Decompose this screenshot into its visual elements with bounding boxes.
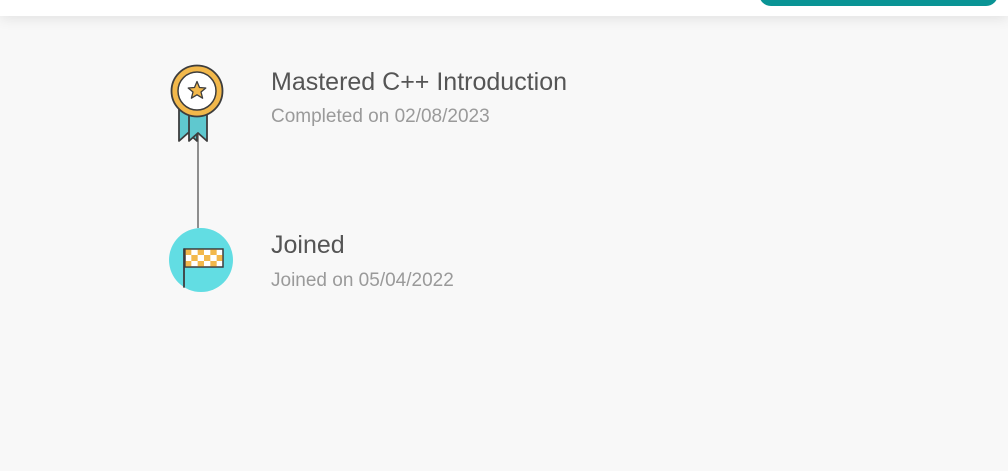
entry-title: Mastered C++ Introduction — [271, 68, 567, 96]
entry-title: Joined — [271, 231, 345, 259]
achievements-timeline: Mastered C++ Introduction Completed on 0… — [0, 0, 1008, 471]
checkered-flag-icon — [168, 227, 234, 293]
medal-icon — [168, 64, 228, 144]
entry-date: Completed on 02/08/2023 — [271, 106, 490, 127]
entry-date: Joined on 05/04/2022 — [271, 270, 454, 291]
